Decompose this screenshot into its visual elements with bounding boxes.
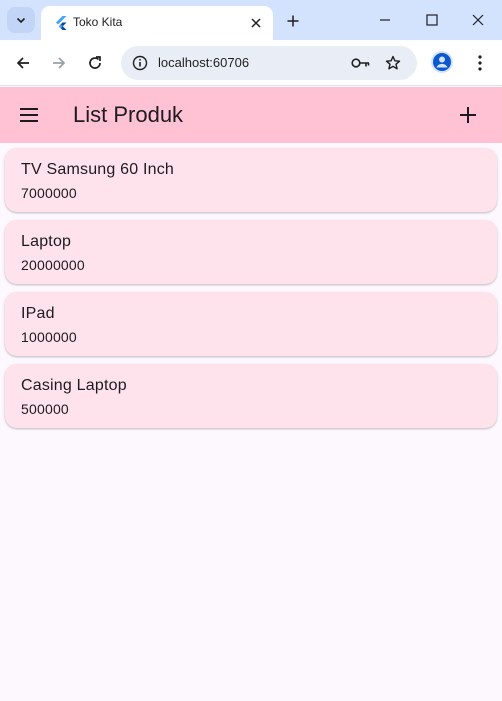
- product-price: 7000000: [21, 185, 77, 201]
- chevron-down-icon: [16, 17, 26, 24]
- plus-icon: [460, 107, 476, 123]
- tab-close-button[interactable]: [247, 14, 265, 32]
- reload-button[interactable]: [82, 50, 108, 76]
- browser-menu-button[interactable]: [470, 50, 490, 76]
- arrow-left-icon: [16, 57, 29, 69]
- browser-tab[interactable]: Toko Kita: [41, 6, 273, 40]
- close-icon: [251, 18, 261, 28]
- plus-icon: [287, 15, 299, 27]
- maximize-icon: [426, 14, 438, 26]
- minimize-icon: [380, 19, 390, 21]
- new-tab-button[interactable]: [282, 10, 304, 32]
- site-info-button[interactable]: [129, 52, 151, 74]
- tab-title: Toko Kita: [73, 15, 123, 29]
- password-button[interactable]: [350, 52, 372, 74]
- hamburger-icon: [20, 108, 38, 122]
- profile-button[interactable]: [431, 51, 453, 73]
- product-price: 500000: [21, 401, 69, 417]
- maximize-button[interactable]: [417, 6, 447, 34]
- minimize-button[interactable]: [370, 6, 400, 34]
- reload-icon: [89, 56, 101, 69]
- add-product-button[interactable]: [453, 100, 483, 130]
- tab-search-button[interactable]: [7, 7, 35, 33]
- close-icon: [472, 14, 484, 26]
- key-icon: [351, 58, 370, 68]
- page-title: List Produk: [73, 102, 184, 127]
- info-icon: [132, 55, 148, 71]
- arrow-right-icon: [53, 57, 66, 69]
- address-bar[interactable]: localhost:60706: [121, 46, 417, 80]
- back-button[interactable]: [10, 50, 36, 76]
- app-bar: List Produk: [0, 87, 502, 143]
- product-price: 20000000: [21, 257, 85, 273]
- more-vert-icon: [478, 55, 482, 71]
- product-card[interactable]: IPad 1000000: [5, 292, 497, 356]
- star-icon: [385, 55, 401, 70]
- window-close-button[interactable]: [463, 6, 493, 34]
- browser-titlebar: Toko Kita: [0, 0, 502, 40]
- forward-button[interactable]: [46, 50, 72, 76]
- flutter-icon: [56, 16, 67, 30]
- product-name: Casing Laptop: [21, 377, 127, 394]
- bookmark-button[interactable]: [382, 52, 404, 74]
- drawer-menu-button[interactable]: [14, 100, 44, 130]
- browser-toolbar: localhost:60706: [0, 40, 502, 86]
- product-price: 1000000: [21, 329, 77, 345]
- product-name: TV Samsung 60 Inch: [21, 161, 175, 178]
- product-card[interactable]: Laptop 20000000: [5, 220, 497, 284]
- product-card[interactable]: TV Samsung 60 Inch 7000000: [5, 148, 497, 212]
- product-card[interactable]: Casing Laptop 500000: [5, 364, 497, 428]
- url-text[interactable]: localhost:60706: [158, 55, 249, 70]
- person-icon: [433, 53, 451, 71]
- product-name: IPad: [21, 305, 55, 322]
- product-name: Laptop: [21, 233, 72, 250]
